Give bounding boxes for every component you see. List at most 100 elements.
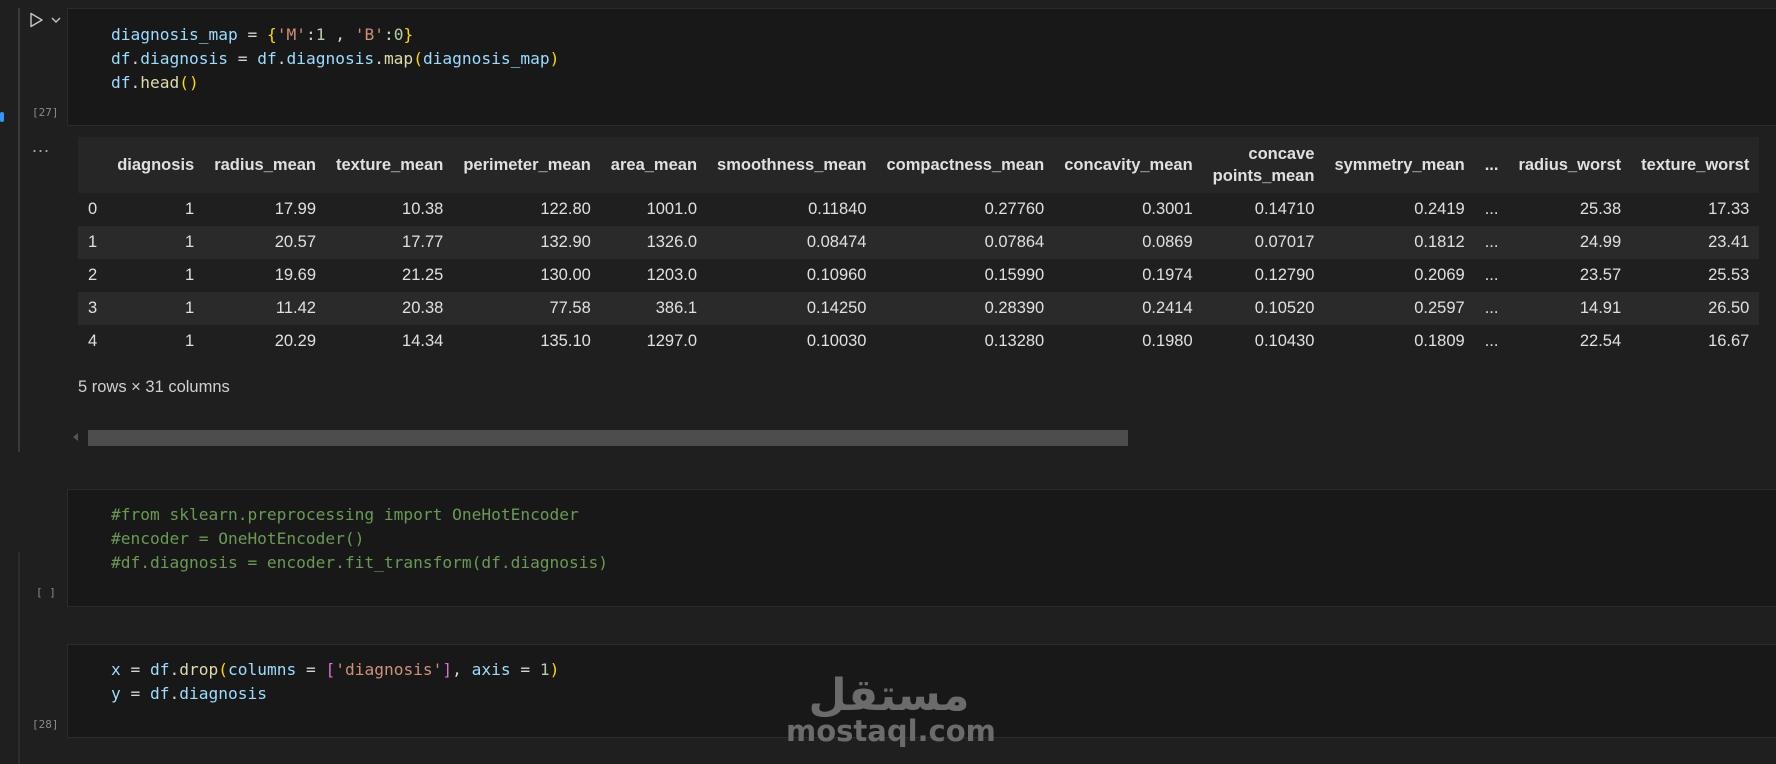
table-cell: 11.42: [275, 299, 316, 317]
column-header: smoothness_mean: [717, 156, 867, 174]
table-cell: 17.77: [402, 233, 444, 251]
table-cell: 122.80: [540, 200, 591, 218]
table-cell: 20.29: [274, 332, 316, 350]
table-cell: 26.50: [1708, 299, 1750, 317]
table-cell: 0.14250: [806, 299, 867, 317]
table-cell: 135.10: [540, 332, 591, 350]
table-row: 2 1 19.69 21.25 130.00 1203.0 0.10960 0.15990 0.…: [78, 259, 1760, 292]
code-editor[interactable]: diagnosis_map = {'M':1 , 'B':0} df.diagno…: [111, 23, 559, 95]
column-header: concave points_mean: [1212, 145, 1315, 185]
dataframe-table: diagnosis radius_mean texture_mean perimete…: [78, 137, 1760, 358]
table-cell: 23.57: [1579, 266, 1622, 284]
table-cell: 22.54: [1579, 332, 1622, 350]
table-cell: 0.15990: [984, 266, 1045, 284]
table-cell: 19.69: [274, 266, 316, 284]
execution-count: [28]: [32, 718, 59, 731]
table-cell: ...: [1484, 266, 1499, 284]
table-row: 3 1 11.42 20.38 77.58 386.1 0.14250 0.28390 0.24…: [78, 292, 1760, 325]
table-cell: 1297.0: [646, 332, 698, 350]
code-line: df.head(): [111, 73, 199, 92]
cell-gutter-line: [18, 552, 20, 764]
index-header: [78, 137, 107, 193]
table-cell: 0.1812: [1414, 233, 1465, 251]
table-cell: 0.28390: [984, 299, 1045, 317]
row-index: 1: [88, 233, 98, 251]
table-cell: 0.10960: [806, 266, 867, 284]
table-cell: 0.12790: [1254, 266, 1315, 284]
table-cell: ...: [1484, 299, 1499, 317]
column-header: diagnosis: [117, 156, 195, 174]
table-cell: 0.10030: [806, 332, 867, 350]
column-header: symmetry_mean: [1334, 156, 1465, 174]
table-cell: 130.00: [540, 266, 591, 284]
output-menu-button[interactable]: ...: [32, 136, 50, 157]
table-cell: 25.53: [1708, 266, 1750, 284]
table-cell: 10.38: [402, 200, 444, 218]
table-header-row: diagnosis radius_mean texture_mean perimete…: [78, 137, 1760, 193]
code-editor[interactable]: #from sklearn.preprocessing import OneHo…: [111, 503, 608, 575]
table-cell: 23.41: [1708, 233, 1750, 251]
table-cell: 1001.0: [646, 200, 698, 218]
scroll-left-arrow[interactable]: [73, 433, 78, 441]
table-cell: 132.90: [540, 233, 591, 251]
table-cell: 0.2069: [1414, 266, 1465, 284]
play-icon[interactable]: [28, 12, 44, 28]
code-line: #encoder = OneHotEncoder(): [111, 529, 365, 548]
table-cell: 0.1974: [1142, 266, 1193, 284]
table-cell: ...: [1484, 233, 1499, 251]
chevron-down-icon[interactable]: [50, 14, 62, 26]
table-cell: 1: [185, 266, 195, 284]
column-header: area_mean: [610, 156, 698, 174]
table-cell: 0.13280: [984, 332, 1045, 350]
table-cell: 0.2419: [1414, 200, 1465, 218]
table-cell: 0.07864: [984, 233, 1045, 251]
column-header: texture_mean: [336, 156, 444, 174]
execution-count: [ ]: [36, 586, 56, 599]
code-line: diagnosis_map = {'M':1 , 'B':0}: [111, 25, 414, 44]
table-cell: 386.1: [655, 299, 698, 317]
cell-gutter-line: [18, 8, 20, 452]
table-cell: 0.3001: [1142, 200, 1193, 218]
row-index: 3: [88, 299, 98, 317]
code-editor[interactable]: x = df.drop(columns = ['diagnosis'], axi…: [111, 658, 559, 706]
table-cell: 0.2597: [1414, 299, 1465, 317]
table-cell: 20.57: [274, 233, 316, 251]
table-cell: 17.33: [1708, 200, 1750, 218]
table-cell: 0.07017: [1254, 233, 1315, 251]
table-cell: 0.08474: [806, 233, 867, 251]
rows-info: 5 rows × 31 columns: [78, 378, 230, 396]
horizontal-scrollbar[interactable]: [88, 430, 1128, 446]
table-cell: 1: [185, 200, 195, 218]
table-cell: 0.14710: [1254, 200, 1315, 218]
code-cell[interactable]: #from sklearn.preprocessing import OneHo…: [67, 489, 1776, 607]
column-header: compactness_mean: [886, 156, 1045, 174]
code-line: #df.diagnosis = encoder.fit_transform(df…: [111, 553, 609, 572]
table-cell: 1: [185, 332, 195, 350]
table-cell: 1: [185, 233, 195, 251]
watermark-text: mostaql.com: [786, 714, 996, 748]
table-cell: 14.34: [402, 332, 444, 350]
table-cell: 1203.0: [646, 266, 698, 284]
table-cell: 0.1809: [1414, 332, 1465, 350]
column-header: radius_mean: [214, 156, 316, 174]
column-header: concavity_mean: [1064, 156, 1193, 174]
table-cell: 1: [185, 299, 195, 317]
code-line: x = df.drop(columns = ['diagnosis'], axi…: [111, 660, 560, 679]
table-cell: ...: [1484, 332, 1499, 350]
table-cell: ...: [1484, 200, 1499, 218]
row-index: 2: [88, 266, 98, 284]
code-cell[interactable]: diagnosis_map = {'M':1 , 'B':0} df.diagno…: [67, 8, 1776, 126]
table-row: 0 1 17.99 10.38 122.80 1001.0 0.11840 0.27760 0.…: [78, 193, 1760, 226]
column-header: texture_worst: [1641, 156, 1750, 174]
table-row: 4 1 20.29 14.34 135.10 1297.0 0.10030 0.13280 0.…: [78, 325, 1760, 358]
column-header: radius_worst: [1518, 156, 1622, 174]
table-cell: 0.27760: [984, 200, 1045, 218]
table-cell: 20.38: [402, 299, 444, 317]
table-cell: 1326.0: [646, 233, 698, 251]
column-header: ...: [1484, 156, 1499, 174]
row-index: 4: [88, 332, 98, 350]
table-cell: 16.67: [1708, 332, 1750, 350]
table-cell: 25.38: [1579, 200, 1622, 218]
table-cell: 17.99: [274, 200, 316, 218]
table-cell: 21.25: [402, 266, 444, 284]
